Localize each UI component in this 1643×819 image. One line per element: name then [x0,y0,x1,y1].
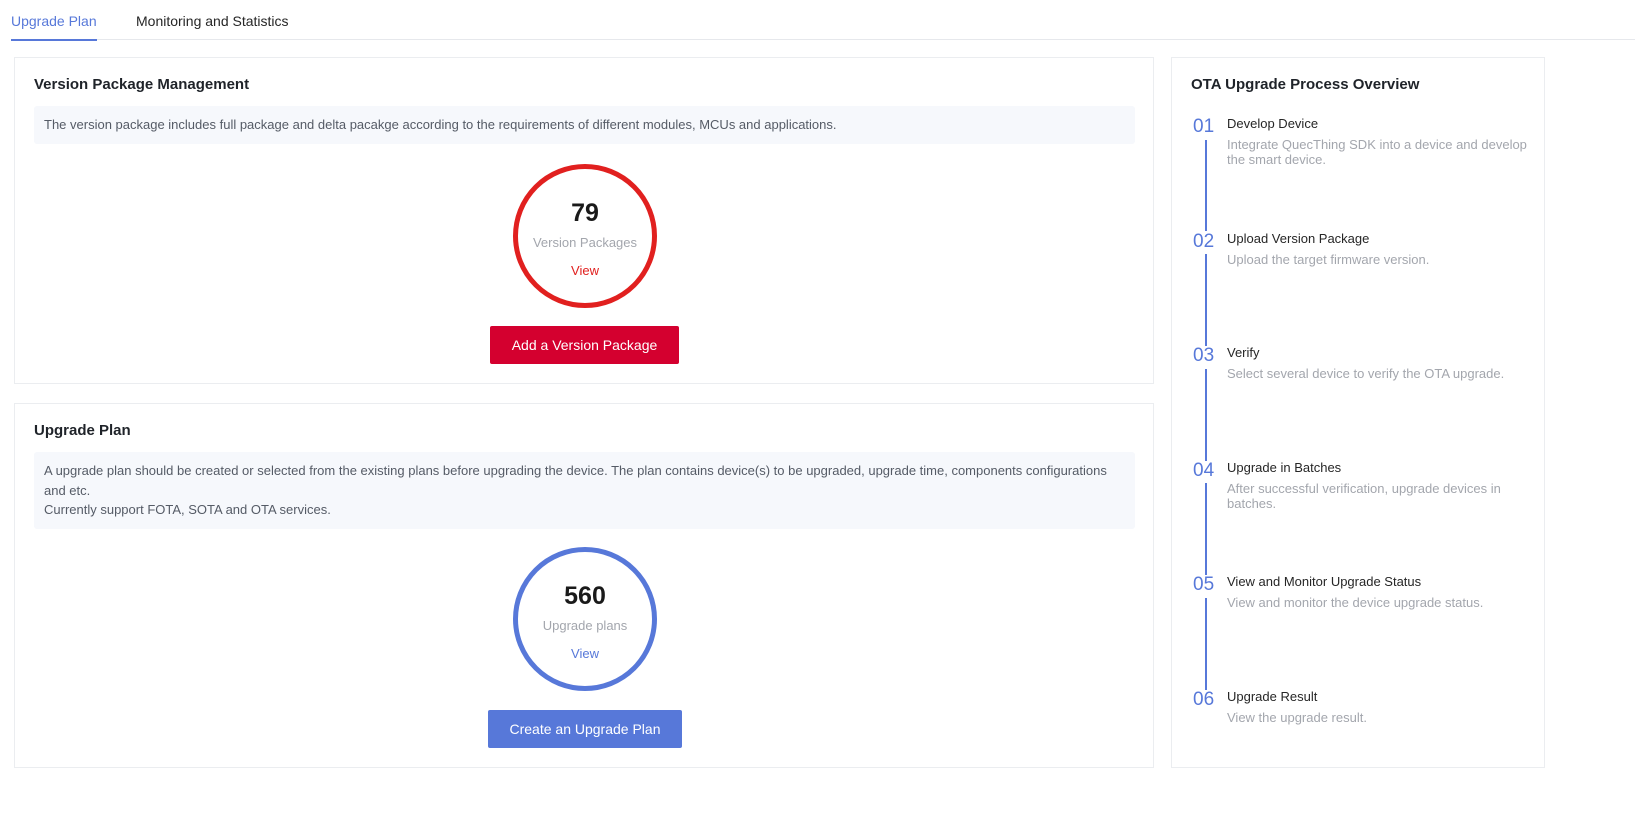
timeline-connector [1205,140,1207,231]
ota-overview-card: OTA Upgrade Process Overview 01 Develop … [1171,57,1545,768]
timeline-connector [1205,254,1207,346]
upgrade-plan-description: A upgrade plan should be created or sele… [34,452,1135,529]
timeline-connector [1205,598,1207,690]
ota-overview-title: OTA Upgrade Process Overview [1191,76,1420,93]
view-version-packages-link[interactable]: View [518,263,652,279]
step-description: Integrate QuecThing SDK into a device an… [1227,137,1527,167]
upgrade-plan-description-line-1: A upgrade plan should be created or sele… [44,463,1107,498]
upgrade-plan-count-label: Upgrade plans [542,618,628,633]
step-number: 01 [1193,116,1215,137]
version-package-card: Version Package Management The version p… [14,57,1154,384]
step-description: Upload the target firmware version. [1227,252,1430,267]
version-package-count-label: Version Packages [532,235,638,250]
step-description: View and monitor the device upgrade stat… [1227,595,1484,610]
upgrade-plan-card: Upgrade Plan A upgrade plan should be cr… [14,403,1154,768]
step-number: 04 [1193,460,1215,481]
upgrade-plan-title: Upgrade Plan [34,422,131,439]
step-description: Select several device to verify the OTA … [1227,366,1505,381]
timeline-connector [1205,369,1207,461]
upgrade-plan-description-line-2: Currently support FOTA, SOTA and OTA ser… [44,502,331,517]
version-package-count: 79 [571,199,599,227]
step-title: Develop Device [1227,116,1319,131]
step-title: Upgrade in Batches [1227,460,1342,475]
timeline-connector [1205,483,1207,575]
step-number: 03 [1193,345,1215,366]
step-title: View and Monitor Upgrade Status [1227,574,1422,589]
create-upgrade-plan-button[interactable]: Create an Upgrade Plan [488,710,682,748]
upgrade-plan-count: 560 [564,582,606,610]
tab-bar: Upgrade Plan Monitoring and Statistics [11,0,1635,41]
view-upgrade-plans-link[interactable]: View [518,646,652,662]
upgrade-plan-counter: 560 Upgrade plans View [513,547,657,691]
tab-upgrade-plan[interactable]: Upgrade Plan [11,12,97,41]
version-package-counter: 79 Version Packages View [513,164,657,308]
step-title: Upgrade Result [1227,689,1318,704]
step-description: View the upgrade result. [1227,710,1367,725]
tab-monitoring-and-statistics[interactable]: Monitoring and Statistics [136,12,289,39]
version-package-description: The version package includes full packag… [34,106,1135,144]
step-number: 05 [1193,574,1215,595]
step-title: Upload Version Package [1227,231,1370,246]
step-number: 06 [1193,689,1215,710]
step-description: After successful verification, upgrade d… [1227,481,1501,511]
version-package-title: Version Package Management [34,76,250,93]
step-number: 02 [1193,231,1215,252]
add-version-package-button[interactable]: Add a Version Package [490,326,679,364]
step-title: Verify [1227,345,1260,360]
